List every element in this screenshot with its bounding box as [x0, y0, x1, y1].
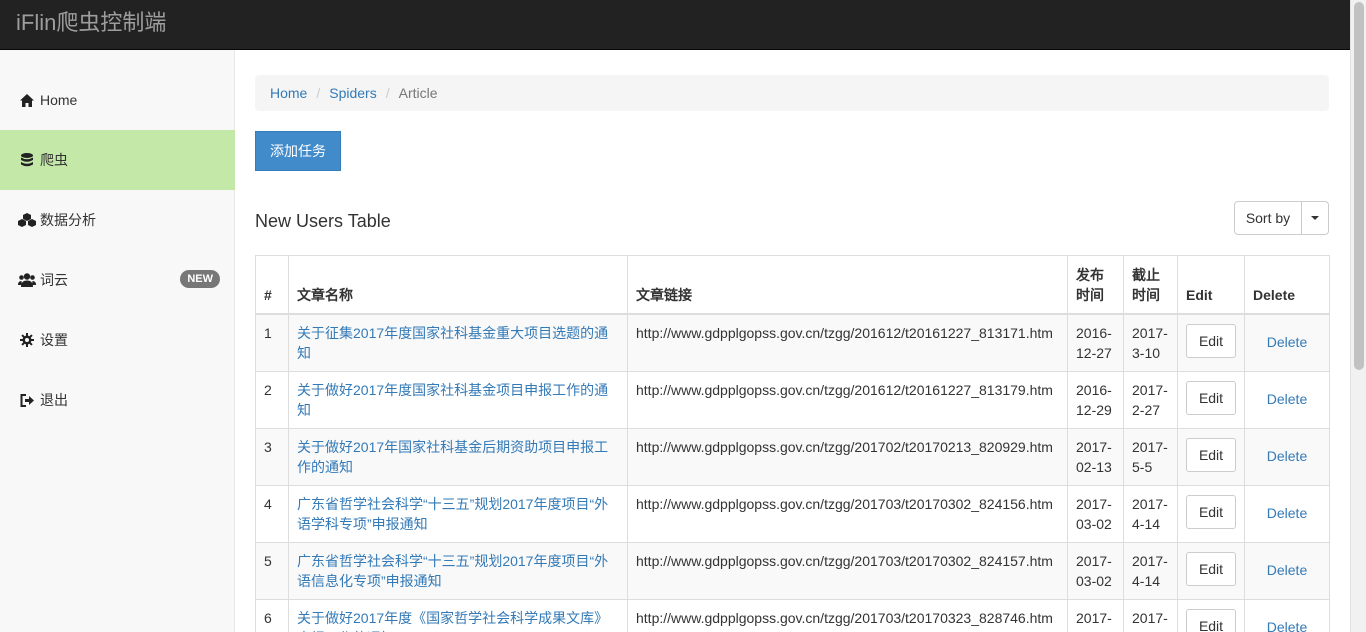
article-url: http://www.gdpplgopss.gov.cn/tzgg/201703…: [627, 541, 1068, 600]
row-number: 6: [255, 598, 289, 632]
row-number: 4: [255, 484, 289, 543]
breadcrumb-spiders[interactable]: Spiders: [329, 85, 376, 101]
column-header-number: #: [255, 255, 289, 315]
home-icon: [18, 92, 36, 108]
sidebar-item-wordcloud[interactable]: 词云 NEW: [0, 250, 235, 310]
top-navbar: iFlin爬虫控制端: [0, 0, 1350, 50]
sidebar-item-logout[interactable]: 退出: [0, 370, 235, 430]
column-header-edit: Edit: [1177, 255, 1245, 315]
delete-link[interactable]: Delete: [1253, 332, 1321, 352]
column-header-publish-date: 发布时间: [1067, 255, 1124, 315]
add-task-button[interactable]: 添加任务: [255, 131, 341, 171]
row-number: 1: [255, 313, 289, 372]
table-title: New Users Table: [255, 211, 391, 231]
breadcrumb-home[interactable]: Home: [270, 85, 307, 101]
users-icon: [18, 272, 36, 288]
deadline-date: 2017-: [1123, 598, 1178, 632]
publish-date: 2017-03-02: [1067, 541, 1124, 600]
cubes-icon: [18, 212, 36, 228]
deadline-date: 2017-5-5: [1123, 427, 1178, 486]
sidebar-item-label: 数据分析: [40, 212, 96, 228]
edit-button[interactable]: Edit: [1186, 494, 1236, 529]
row-number: 2: [255, 370, 289, 429]
article-title-link[interactable]: 关于做好2017年国家社科基金后期资助项目申报工作的通知: [297, 439, 608, 475]
publish-date: 2017-03-02: [1067, 484, 1124, 543]
publish-date: 2016-12-27: [1067, 313, 1124, 372]
breadcrumb-separator: /: [385, 85, 390, 101]
publish-date: 2017-02-13: [1067, 427, 1124, 486]
column-header-deadline: 截止时间: [1123, 255, 1178, 315]
breadcrumb-current: Article: [398, 85, 438, 101]
sidebar-item-settings[interactable]: 设置: [0, 310, 235, 370]
article-url: http://www.gdpplgopss.gov.cn/tzgg/201612…: [627, 313, 1068, 372]
delete-link[interactable]: Delete: [1253, 389, 1321, 409]
deadline-date: 2017-4-14: [1123, 541, 1178, 600]
gear-icon: [18, 332, 36, 348]
deadline-date: 2017-2-27: [1123, 370, 1178, 429]
column-header-title: 文章名称: [288, 255, 628, 315]
table-row: 1 关于征集2017年度国家社科基金重大项目选题的通知 http://www.gdp…: [255, 313, 1330, 372]
column-header-delete: Delete: [1244, 255, 1330, 315]
new-badge: NEW: [180, 270, 220, 288]
database-icon: [18, 152, 36, 168]
table-row: 2 关于做好2017年度国家社科基金项目申报工作的通知 http://www.gdp…: [255, 370, 1330, 429]
articles-table: # 文章名称 文章链接 发布时间 截止时间 Edit Delete 1 关于征集2…: [255, 255, 1330, 632]
sidebar-item-label: 爬虫: [40, 152, 68, 168]
sidebar-item-label: 词云: [40, 272, 68, 288]
delete-link[interactable]: Delete: [1253, 503, 1321, 523]
sidebar-item-label: 退出: [40, 392, 68, 408]
table-row: 4 广东省哲学社会科学“十三五”规划2017年度项目“外语学科专项”申报通知 htt…: [255, 484, 1330, 543]
article-title-link[interactable]: 关于做好2017年度国家社科基金项目申报工作的通知: [297, 382, 608, 418]
deadline-date: 2017-3-10: [1123, 313, 1178, 372]
sidebar-item-label: 设置: [40, 332, 68, 348]
edit-button[interactable]: Edit: [1186, 380, 1236, 415]
vertical-scrollbar[interactable]: [1350, 0, 1366, 632]
sidebar-item-label: Home: [40, 92, 78, 108]
sort-toggle-button[interactable]: [1302, 201, 1329, 235]
scrollbar-thumb[interactable]: [1354, 2, 1364, 370]
sidebar-item-analysis[interactable]: 数据分析: [0, 190, 235, 250]
row-number: 3: [255, 427, 289, 486]
edit-button[interactable]: Edit: [1186, 608, 1236, 632]
table-header-row: # 文章名称 文章链接 发布时间 截止时间 Edit Delete: [255, 255, 1330, 315]
row-number: 5: [255, 541, 289, 600]
delete-link[interactable]: Delete: [1253, 560, 1321, 580]
article-title-link[interactable]: 关于做好2017年度《国家哲学社会科学成果文库》申报工作的通知: [297, 610, 608, 632]
publish-date: 2016-12-29: [1067, 370, 1124, 429]
publish-date: 2017-: [1067, 598, 1124, 632]
sidebar-item-home[interactable]: Home: [0, 70, 235, 130]
article-title-link[interactable]: 关于征集2017年度国家社科基金重大项目选题的通知: [297, 325, 608, 361]
breadcrumb-separator: /: [316, 85, 321, 101]
delete-link[interactable]: Delete: [1253, 446, 1321, 466]
column-header-url: 文章链接: [627, 255, 1068, 315]
table-row: 6 关于做好2017年度《国家哲学社会科学成果文库》申报工作的通知 http://w…: [255, 598, 1330, 632]
article-title-link[interactable]: 广东省哲学社会科学“十三五”规划2017年度项目“外语信息化专项”申报通知: [297, 553, 608, 589]
caret-down-icon: [1311, 216, 1319, 220]
article-url: http://www.gdpplgopss.gov.cn/tzgg/201702…: [627, 427, 1068, 486]
article-url: http://www.gdpplgopss.gov.cn/tzgg/201612…: [627, 370, 1068, 429]
edit-button[interactable]: Edit: [1186, 437, 1236, 472]
deadline-date: 2017-4-14: [1123, 484, 1178, 543]
sort-by-button[interactable]: Sort by: [1234, 201, 1302, 235]
edit-button[interactable]: Edit: [1186, 323, 1236, 358]
sidebar: Home 爬虫 数据分析 词云 NEW 设置 退出: [0, 50, 235, 632]
delete-link[interactable]: Delete: [1253, 617, 1321, 632]
edit-button[interactable]: Edit: [1186, 551, 1236, 586]
article-url: http://www.gdpplgopss.gov.cn/tzgg/201703…: [627, 598, 1068, 632]
sort-dropdown: Sort by: [1234, 201, 1329, 235]
sign-out-icon: [18, 392, 36, 408]
breadcrumb: Home / Spiders / Article: [255, 75, 1329, 111]
sidebar-item-spider[interactable]: 爬虫: [0, 130, 235, 190]
app-brand[interactable]: iFlin爬虫控制端: [16, 10, 166, 36]
article-url: http://www.gdpplgopss.gov.cn/tzgg/201703…: [627, 484, 1068, 543]
table-row: 3 关于做好2017年国家社科基金后期资助项目申报工作的通知 http://www.…: [255, 427, 1330, 486]
table-row: 5 广东省哲学社会科学“十三五”规划2017年度项目“外语信息化专项”申报通知 ht…: [255, 541, 1330, 600]
article-title-link[interactable]: 广东省哲学社会科学“十三五”规划2017年度项目“外语学科专项”申报通知: [297, 496, 608, 532]
